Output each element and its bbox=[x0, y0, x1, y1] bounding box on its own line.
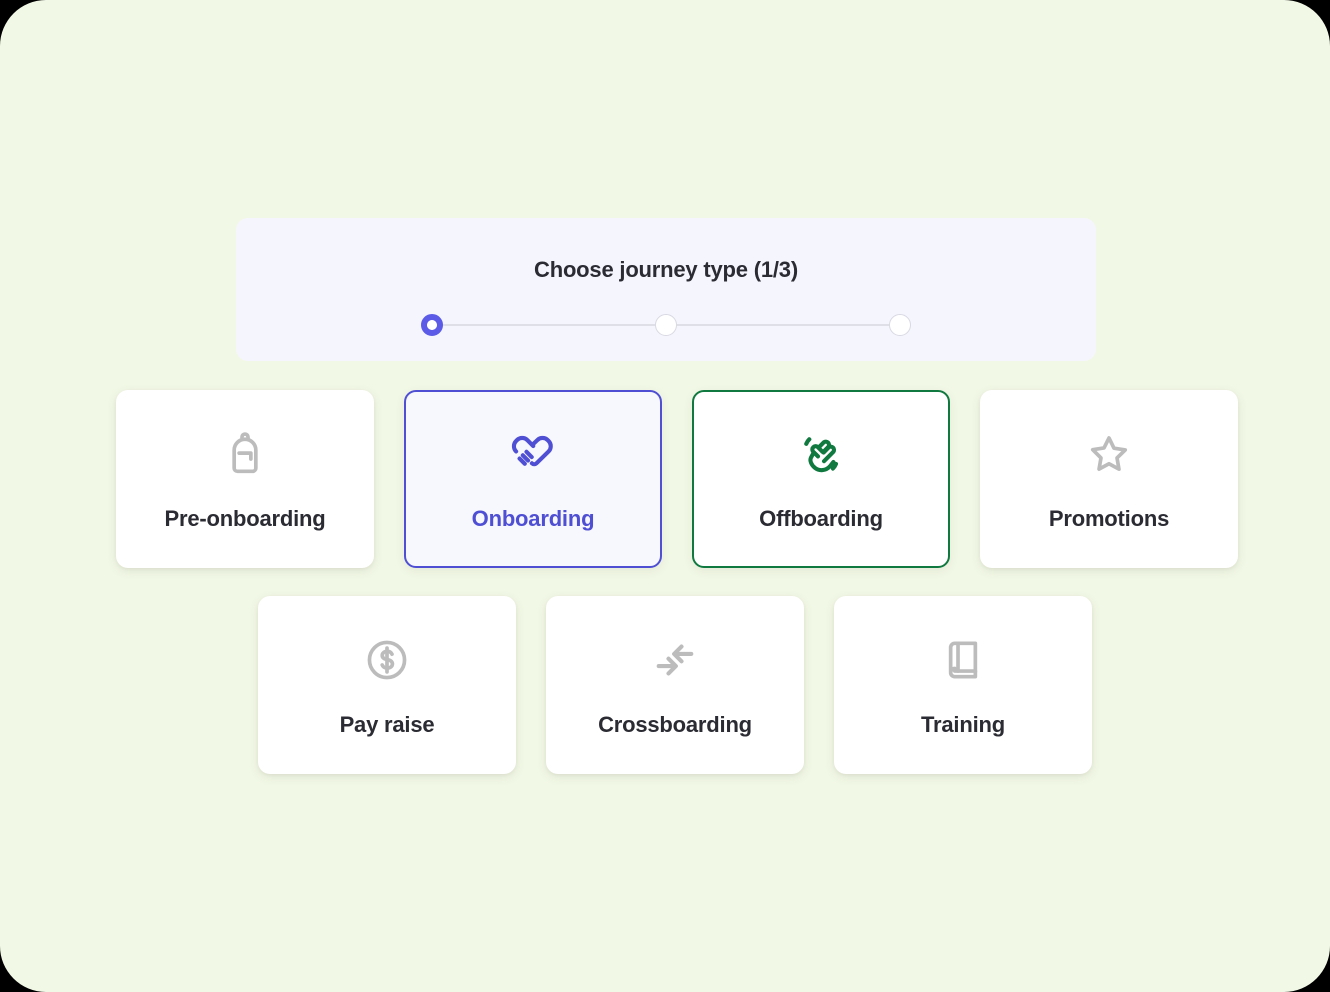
journey-card-onboarding[interactable]: Onboarding bbox=[404, 390, 662, 568]
journey-card-offboarding[interactable]: Offboarding bbox=[692, 390, 950, 568]
journey-card-pre-onboarding[interactable]: Pre-onboarding bbox=[116, 390, 374, 568]
journey-card-label: Training bbox=[921, 712, 1005, 737]
journey-card-pay-raise[interactable]: Pay raise bbox=[258, 596, 516, 774]
journey-card-label: Offboarding bbox=[759, 506, 883, 531]
journey-card-label: Pre-onboarding bbox=[164, 506, 326, 531]
journey-card-label: Onboarding bbox=[471, 506, 595, 531]
backpack-icon bbox=[217, 426, 273, 482]
stepper-dot-2[interactable] bbox=[655, 314, 677, 336]
journey-card-label: Pay raise bbox=[339, 712, 435, 737]
stepper-line-2-3 bbox=[677, 324, 889, 326]
journey-card-crossboarding[interactable]: Crossboarding bbox=[546, 596, 804, 774]
journey-type-picker-screen: Choose journey type (1/3) Pre-onboarding bbox=[0, 0, 1330, 992]
journey-wizard-header: Choose journey type (1/3) bbox=[236, 218, 1096, 361]
stepper-line-1-2 bbox=[443, 324, 655, 326]
journey-card-promotions[interactable]: Promotions bbox=[980, 390, 1238, 568]
star-icon bbox=[1081, 426, 1137, 482]
stepper-dot-1[interactable] bbox=[421, 314, 443, 336]
journey-card-training[interactable]: Training bbox=[834, 596, 1092, 774]
stepper-dot-3[interactable] bbox=[889, 314, 911, 336]
converging-arrows-icon bbox=[647, 632, 703, 688]
journey-card-label: Promotions bbox=[1048, 506, 1170, 531]
book-icon bbox=[935, 632, 991, 688]
wizard-stepper bbox=[236, 314, 1096, 336]
handshake-icon bbox=[505, 426, 561, 482]
waving-hand-icon bbox=[793, 426, 849, 482]
dollar-circle-icon bbox=[359, 632, 415, 688]
journey-type-row-1: Pre-onboarding Onboarding Offboarding Pr… bbox=[116, 390, 1238, 568]
journey-card-label: Crossboarding bbox=[598, 712, 752, 737]
journey-type-row-2: Pay raise Crossboarding Training bbox=[258, 596, 1092, 774]
page-title: Choose journey type (1/3) bbox=[534, 257, 798, 282]
